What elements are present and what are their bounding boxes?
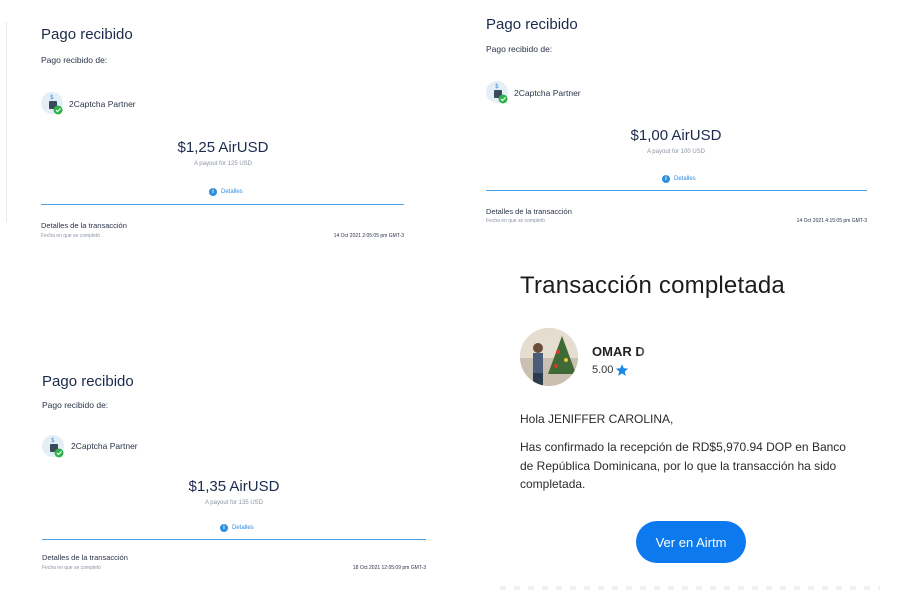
star-icon [616,364,629,376]
receipt-panel-2: Pago recibido Pago recibido de: $ 2Captc… [470,0,880,230]
transaction-details-label: Detalles de la transacción [486,207,572,216]
footer-divider [500,586,880,590]
details-link-label: Detalles [674,176,696,182]
airtm-logo-icon: $ [486,81,508,104]
view-in-airtm-button[interactable]: Ver en Airtm [636,521,746,563]
payout-note: A payout for 125 USD [193,161,253,167]
transaction-details-label: Detalles de la transacción [41,221,127,230]
page-title: Pago recibido [486,16,578,33]
details-link-label: Detalles [232,525,254,531]
receipt-panel-3: Pago recibido Pago recibido de: $ 2Captc… [0,360,440,580]
rating-value: 5.00 [592,364,614,376]
info-icon: i [220,524,228,532]
partner-name: 2Captcha Partner [514,88,581,98]
completed-date-label: Fecha en que se completó [42,565,101,571]
completed-date-label: Fecha en que se completó [486,218,545,224]
details-link[interactable]: i Detalles [220,524,254,532]
greeting-text: Hola JENIFFER CAROLINA, [520,412,674,426]
payout-note: A payout for 100 USD [646,149,706,155]
receipt-panel-1: Pago recibido Pago recibido de: $ 2Captc… [0,0,430,242]
sidebar-edge [0,22,7,222]
check-icon [498,94,508,104]
user-photo [520,328,578,386]
page-title: Pago recibido [42,373,134,390]
completed-date-value: 14 Oct 2021 2:05:05 pm GMT-3 [333,233,404,239]
user-rating: 5.00 [592,363,629,377]
svg-text:$: $ [51,437,55,444]
confirmation-message: Has confirmado la recepción de RD$5,970.… [520,440,846,491]
payment-from-label: Pago recibido de: [486,44,553,54]
payment-amount: $1,00 AirUSD [630,127,722,144]
partner-name: 2Captcha Partner [69,99,136,109]
avatar [520,328,578,386]
transaction-details-label: Detalles de la transacción [42,553,128,562]
page-title: Pago recibido [41,26,133,43]
details-link-label: Detalles [221,189,243,195]
airtm-logo-icon: $ [41,92,63,115]
completed-date-value: 14 Oct 2021 4:15:05 pm GMT-3 [796,218,867,224]
info-icon: i [209,188,217,196]
svg-text:$: $ [50,94,54,101]
completed-date-value: 18 Oct 2021 12:05:09 pm GMT-3 [352,565,426,571]
name-redaction [640,344,674,360]
completed-date-label: Fecha en que se completó [41,233,100,239]
divider [486,190,867,191]
payout-note: A payout for 135 USD [204,500,264,506]
details-link[interactable]: i Detalles [209,188,243,196]
details-link[interactable]: i Detalles [662,175,696,183]
check-icon [54,448,64,458]
info-icon: i [662,175,670,183]
partner-name: 2Captcha Partner [71,441,138,451]
svg-text:$: $ [495,83,499,90]
payment-from-label: Pago recibido de: [41,55,108,65]
check-icon [53,105,63,115]
airtm-logo-icon: $ [42,435,64,458]
payment-amount: $1,35 AirUSD [188,478,280,495]
completion-title: Transacción completada [520,272,785,299]
payment-from-label: Pago recibido de: [42,400,109,410]
divider [41,204,404,205]
payment-amount: $1,25 AirUSD [177,139,269,156]
divider [42,539,426,540]
user-name: OMAR D [592,344,645,359]
